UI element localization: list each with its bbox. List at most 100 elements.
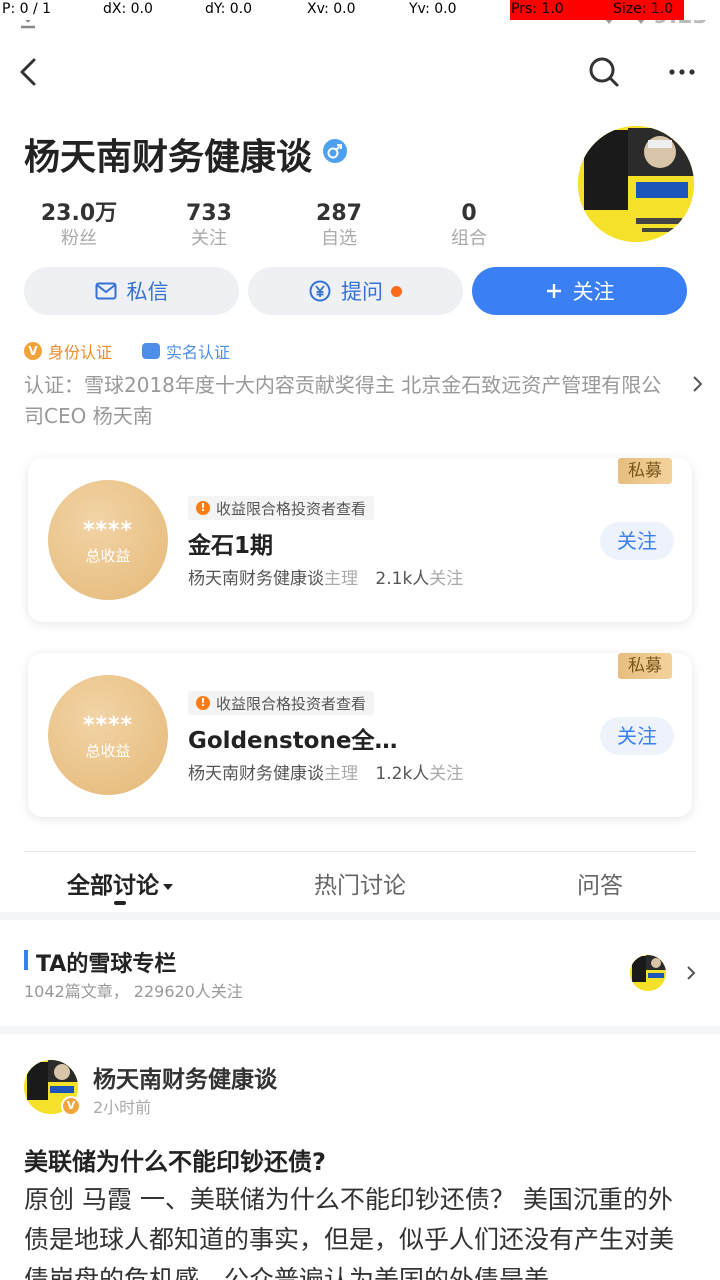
return-masked: **** [82, 518, 134, 543]
debug-prs: Prs: 1.0 [511, 1, 564, 17]
private-fund-tag: 私募 [618, 458, 672, 484]
stat-following-label: 关注 [191, 228, 227, 249]
search-icon[interactable] [584, 52, 624, 92]
stat-fans-count: 23.0万 [40, 201, 118, 226]
fund-manager-role: 主理 [324, 764, 358, 784]
cert-description[interactable]: 认证：雪球2018年度十大内容贡献奖得主 北京金石致远资产管理有限公司CEO 杨… [24, 370, 674, 432]
fund-name: Goldenstone全球… [188, 728, 398, 754]
plus-icon [545, 282, 563, 300]
more-icon[interactable] [664, 52, 700, 92]
yuan-icon [309, 280, 331, 302]
cert-row: V 身份认证 实名认证 [24, 340, 230, 362]
realname-cert[interactable]: 实名认证 [142, 339, 230, 363]
notification-dot [391, 285, 402, 297]
tab-hot-discussions[interactable]: 热门讨论 [260, 866, 460, 900]
chevron-right-icon[interactable] [684, 964, 698, 982]
chevron-right-icon[interactable] [688, 374, 706, 394]
stat-following-count: 733 [186, 201, 232, 226]
post-title[interactable]: 美联储为什么不能印钞还债? [24, 1142, 326, 1177]
top-nav [0, 44, 720, 104]
follow-button[interactable]: 关注 [472, 267, 687, 315]
tab-divider [24, 851, 696, 852]
debug-dy: dY: 0.0 [205, 1, 253, 17]
tab-all-discussions[interactable]: 全部讨论 [20, 866, 220, 900]
column-section[interactable]: TA的雪球专栏 1042篇文章， 229620人关注 [0, 920, 720, 1026]
debug-pointer: P: 0 / 1 [2, 1, 52, 17]
id-card-icon [142, 343, 161, 359]
profile-name: 杨天南财务健康谈 [24, 137, 313, 178]
v-badge-icon: V [24, 342, 42, 360]
follow-button-label: 关注 [572, 280, 615, 304]
mail-icon [95, 282, 117, 300]
return-circle: **** 总收益 [48, 480, 168, 600]
fund-followers-label: 关注 [429, 569, 464, 589]
return-circle: **** 总收益 [48, 675, 168, 795]
fund-card[interactable]: 私募 **** 总收益 ! 收益限合格投资者查看 金石1期 杨天南财务健康谈主理… [28, 458, 692, 622]
tab-indicator [114, 901, 126, 905]
section-accent-bar [24, 950, 28, 970]
fund-followers: 2.1k人 [375, 569, 430, 589]
debug-xv: Xv: 0.0 [307, 1, 356, 17]
verified-badge-icon: V [61, 1096, 81, 1116]
ask-button[interactable]: 提问 [248, 267, 463, 315]
tab-all-discussions-label: 全部讨论 [67, 873, 159, 899]
return-label: 总收益 [85, 547, 131, 565]
fund-follow-button[interactable]: 关注 [600, 717, 674, 755]
section-separator [0, 1026, 720, 1034]
debug-yv: Yv: 0.0 [409, 1, 457, 17]
fund-followers: 1.2k人 [375, 764, 430, 784]
investor-warning: ! 收益限合格投资者查看 [188, 691, 375, 715]
stat-fans-label: 粉丝 [61, 228, 97, 249]
column-title: TA的雪球专栏 [36, 952, 177, 977]
return-masked: **** [82, 713, 134, 738]
investor-warning: ! 收益限合格投资者查看 [188, 496, 375, 520]
post-author-name[interactable]: 杨天南财务健康谈 [93, 1060, 277, 1094]
fund-meta: 杨天南财务健康谈主理 2.1k人关注 [188, 564, 463, 589]
post-body[interactable]: 原创 马霞 一、美联储为什么不能印钞还债？ 美国沉重的外债是地球人都知道的事实，… [24, 1180, 696, 1280]
section-separator [0, 912, 720, 920]
back-icon[interactable] [14, 54, 50, 90]
debug-dx: dX: 0.0 [103, 1, 153, 17]
investor-warning-text: 收益限合格投资者查看 [216, 499, 367, 518]
fund-name: 金石1期 [188, 533, 274, 559]
discussion-tabs: 全部讨论 热门讨论 问答 [0, 866, 720, 902]
warning-icon: ! [196, 501, 210, 515]
message-button-label: 私信 [126, 280, 169, 304]
fund-follow-button[interactable]: 关注 [600, 522, 674, 560]
stat-following[interactable]: 733 关注 [149, 200, 269, 250]
stat-portfolio-label: 组合 [451, 228, 487, 249]
stat-watchlist-count: 287 [316, 201, 362, 226]
fund-followers-label: 关注 [429, 764, 464, 784]
male-icon [322, 138, 348, 164]
stat-portfolio[interactable]: 0 组合 [409, 200, 529, 250]
stat-fans[interactable]: 23.0万 粉丝 [19, 200, 139, 250]
ask-button-label: 提问 [341, 280, 383, 304]
profile-stats: 23.0万 粉丝 733 关注 287 自选 0 组合 [0, 200, 560, 254]
private-fund-tag: 私募 [618, 653, 672, 679]
tab-qa-label: 问答 [577, 873, 623, 899]
stat-watchlist[interactable]: 287 自选 [279, 200, 399, 250]
return-label: 总收益 [85, 742, 131, 760]
debug-overlay: P: 0 / 1 dX: 0.0 dY: 0.0 Xv: 0.0 Yv: 0.0… [0, 0, 720, 20]
identity-cert-label: 身份认证 [48, 343, 113, 362]
fund-manager-role: 主理 [324, 569, 358, 589]
column-avatar [630, 955, 666, 991]
tab-hot-discussions-label: 热门讨论 [314, 873, 406, 899]
fund-meta: 杨天南财务健康谈主理 1.2k人关注 [188, 759, 463, 784]
debug-size: Size: 1.0 [613, 1, 674, 17]
stat-portfolio-count: 0 [461, 201, 477, 226]
fund-card[interactable]: 私募 **** 总收益 ! 收益限合格投资者查看 Goldenstone全球… … [28, 653, 692, 817]
identity-cert[interactable]: V 身份认证 [24, 339, 112, 363]
tab-qa[interactable]: 问答 [500, 866, 700, 900]
investor-warning-text: 收益限合格投资者查看 [216, 694, 367, 713]
realname-cert-label: 实名认证 [166, 343, 231, 362]
caret-down-icon [163, 883, 173, 890]
avatar[interactable] [578, 126, 694, 242]
post-timestamp: 2小时前 [93, 1098, 152, 1117]
warning-icon: ! [196, 696, 210, 710]
column-subtitle: 1042篇文章， 229620人关注 [24, 982, 243, 1001]
stat-watchlist-label: 自选 [321, 228, 357, 249]
fund-manager: 杨天南财务健康谈 [188, 569, 324, 589]
fund-manager: 杨天南财务健康谈 [188, 764, 324, 784]
message-button[interactable]: 私信 [24, 267, 239, 315]
